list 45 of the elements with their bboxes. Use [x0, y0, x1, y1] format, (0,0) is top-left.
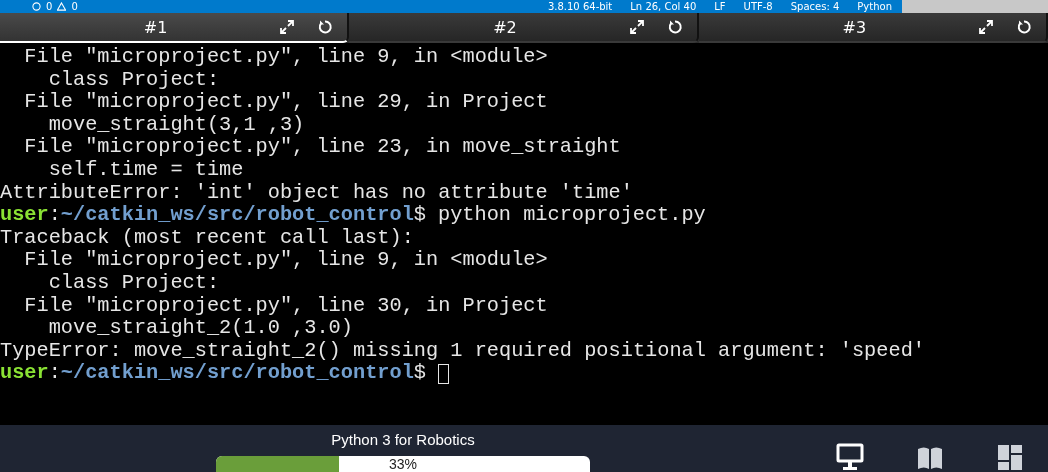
error-count: 0: [46, 0, 53, 13]
monitor-icon[interactable]: [836, 443, 864, 471]
terminal-tab[interactable]: #1: [0, 13, 350, 43]
warning-icon: [57, 2, 67, 11]
prompt-separator: :: [48, 204, 61, 227]
terminal-line: class Project:: [47, 68, 221, 92]
prompt-command: python microproject.py: [438, 204, 706, 227]
terminal-tab[interactable]: #3: [698, 13, 1048, 43]
prompt-user: user: [0, 204, 49, 227]
course-title: Python 3 for Robotics: [331, 431, 475, 450]
terminal-line: File "microproject.py", line 9, in <module>: [23, 249, 549, 272]
status-item[interactable]: Spaces: 4: [790, 0, 840, 13]
terminal-line: File "microproject.py", line 30, in Project: [23, 294, 549, 318]
expand-icon[interactable]: [628, 19, 645, 35]
prompt-path: ~/catkin_ws/src/robot_control: [60, 362, 414, 385]
expand-icon[interactable]: [279, 19, 296, 35]
warning-count: 0: [71, 0, 78, 13]
terminal-line: class Project:: [47, 271, 221, 295]
terminal-line: File "microproject.py", line 9, in <module>: [23, 46, 549, 69]
restart-icon[interactable]: [1016, 19, 1032, 35]
terminal-line: TypeError: move_straight_2() missing 1 required positional argument: 'speed': [0, 339, 926, 363]
prompt-separator: :: [48, 362, 61, 385]
progress-label: 33%: [388, 456, 418, 472]
terminal-line: Traceback (most recent call last):: [0, 226, 415, 250]
dashboard-icon[interactable]: [996, 443, 1024, 471]
prompt-symbol: $: [413, 204, 426, 227]
terminal-line: self.time = time: [47, 158, 245, 182]
terminal-line: move_straight_2(1.0 ,3.0): [47, 317, 354, 340]
terminal-line: File "microproject.py", line 29, in Project: [23, 91, 549, 114]
prompt-path: ~/catkin_ws/src/robot_control: [60, 204, 414, 227]
expand-icon[interactable]: [978, 19, 994, 35]
status-item[interactable]: Python: [857, 0, 892, 13]
terminal-line: AttributeError: 'int' object has no attribute 'time': [0, 181, 634, 205]
terminal-line: File "microproject.py", line 23, in move_straight: [23, 136, 622, 159]
terminal-line: move_straight(3,1 ,3): [47, 113, 306, 137]
status-item[interactable]: UTF-8: [743, 0, 773, 13]
prompt-symbol: $: [413, 362, 426, 385]
restart-icon[interactable]: [666, 19, 683, 35]
prompt-user: user: [0, 362, 49, 385]
terminal-tab[interactable]: #2: [349, 13, 699, 43]
status-item[interactable]: LF: [714, 0, 726, 13]
restart-icon[interactable]: [317, 19, 334, 35]
status-item[interactable]: 3.8.10 64-bit: [547, 0, 613, 13]
error-icon: [32, 2, 41, 11]
status-item[interactable]: Ln 26, Col 40: [630, 0, 697, 13]
